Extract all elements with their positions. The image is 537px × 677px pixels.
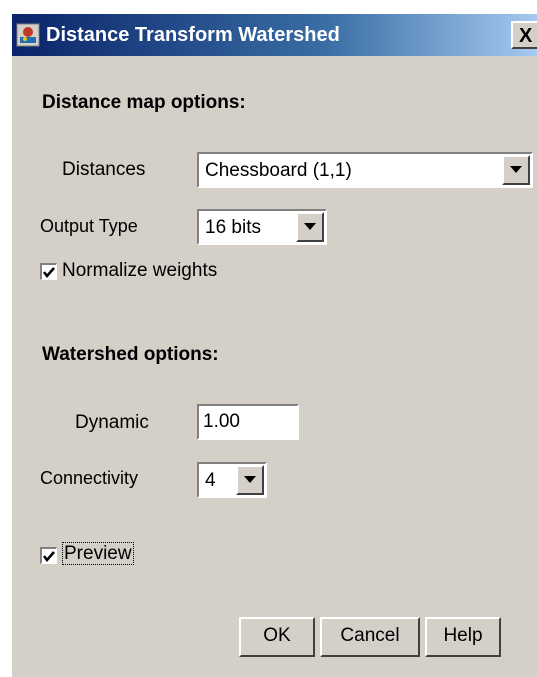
distance-map-heading: Distance map options: <box>42 92 246 113</box>
watershed-heading: Watershed options: <box>42 344 219 365</box>
help-button[interactable]: Help <box>425 617 501 657</box>
chevron-down-icon[interactable] <box>502 155 530 185</box>
distances-value: Chessboard (1,1) <box>205 160 352 181</box>
dynamic-label: Dynamic <box>75 412 149 433</box>
output-type-label: Output Type <box>40 216 138 236</box>
normalize-weights-label[interactable]: Normalize weights <box>62 260 217 282</box>
cancel-button[interactable]: Cancel <box>320 617 420 657</box>
distances-label: Distances <box>62 159 146 180</box>
distances-select[interactable]: Chessboard (1,1) <box>197 152 533 188</box>
window-title: Distance Transform Watershed <box>46 24 340 46</box>
dynamic-field[interactable] <box>197 404 299 440</box>
preview-checkbox[interactable] <box>40 547 57 564</box>
chevron-down-icon[interactable] <box>236 465 264 495</box>
connectivity-select[interactable]: 4 <box>197 462 267 498</box>
output-type-select[interactable]: 16 bits <box>197 209 327 245</box>
output-type-value: 16 bits <box>205 217 261 238</box>
preview-text: Preview <box>62 542 134 565</box>
imagej-icon <box>16 23 40 47</box>
title-bar[interactable]: Distance Transform Watershed X <box>12 14 537 56</box>
close-icon[interactable]: X <box>511 21 537 49</box>
connectivity-value: 4 <box>205 470 216 491</box>
chevron-down-icon[interactable] <box>296 212 324 242</box>
preview-label[interactable]: Preview <box>62 542 134 565</box>
connectivity-label: Connectivity <box>40 468 139 488</box>
normalize-weights-checkbox[interactable] <box>40 263 57 280</box>
dynamic-input[interactable] <box>203 411 293 433</box>
dialog-window: Distance Transform Watershed X Distance … <box>12 14 537 677</box>
ok-button[interactable]: OK <box>239 617 315 657</box>
